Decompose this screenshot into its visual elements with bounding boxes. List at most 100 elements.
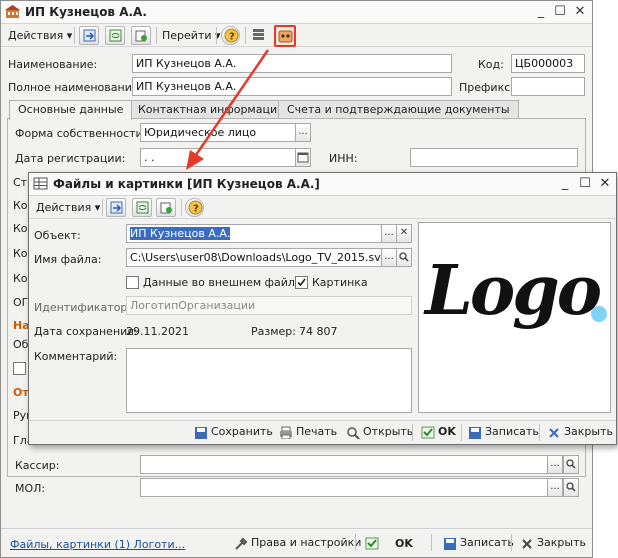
copy-icon bbox=[135, 30, 147, 42]
hidden-label-4: Ко bbox=[13, 247, 28, 260]
reg-date-input[interactable]: . . bbox=[140, 148, 296, 167]
dialog-close-button[interactable]: Закрыть bbox=[546, 423, 613, 443]
saved-date-value: 29.11.2021 bbox=[126, 325, 189, 338]
refresh-button[interactable] bbox=[105, 26, 125, 45]
ok-button-label[interactable]: OK bbox=[395, 537, 413, 550]
object-clear-button[interactable]: ✕ bbox=[396, 224, 412, 243]
dialog-actions-menu[interactable]: Действия ▾ bbox=[33, 198, 103, 217]
main-footer-divider bbox=[1, 528, 592, 529]
picture-label: Картинка bbox=[312, 276, 368, 289]
search-icon bbox=[566, 459, 576, 469]
external-file-label: Данные во внешнем файле bbox=[143, 276, 302, 289]
mol-search-button[interactable] bbox=[563, 478, 579, 497]
filename-search-button[interactable] bbox=[396, 248, 412, 267]
dialog-move-button[interactable] bbox=[106, 198, 126, 217]
dialog-write-button[interactable]: Записать bbox=[467, 423, 539, 443]
dialog-refresh-button[interactable] bbox=[132, 198, 152, 217]
filename-select-button[interactable]: ... bbox=[381, 248, 397, 267]
object-label: Объект: bbox=[34, 229, 81, 242]
mol-input[interactable] bbox=[140, 478, 548, 497]
dialog-toolbar: Действия ▾ ? bbox=[29, 196, 616, 219]
filename-input[interactable]: C:\Users\user08\Downloads\Logo_TV_2015.s… bbox=[126, 248, 382, 267]
list-view-button[interactable] bbox=[249, 26, 269, 45]
inn-input[interactable] bbox=[410, 148, 578, 167]
dialog-title-bar: Файлы и картинки [ИП Кузнецов А.А.] _ ☐ … bbox=[29, 173, 616, 196]
inn-label: ИНН: bbox=[329, 152, 358, 165]
actions-menu[interactable]: Действия ▾ bbox=[5, 26, 75, 45]
prefix-label: Префикс: bbox=[459, 81, 514, 94]
code-input[interactable]: ЦБ000003 bbox=[511, 54, 585, 73]
dialog-maximize-button[interactable]: ☐ bbox=[577, 176, 593, 192]
comment-textarea[interactable] bbox=[126, 348, 412, 413]
open-button[interactable]: Открыть bbox=[345, 423, 413, 443]
dialog-footer-divider bbox=[29, 420, 616, 421]
hidden-label-6: ОГ bbox=[13, 296, 29, 309]
dialog-close-window-button[interactable]: ✕ bbox=[597, 176, 613, 192]
building-icon bbox=[5, 5, 20, 18]
files-pictures-button[interactable] bbox=[274, 25, 296, 47]
save-icon bbox=[444, 538, 456, 550]
object-input[interactable]: ИП Кузнецов А.А. bbox=[126, 224, 382, 243]
ownership-select-button[interactable]: ... bbox=[295, 123, 311, 142]
prefix-input[interactable] bbox=[511, 77, 585, 96]
dialog-ok-button[interactable]: OK bbox=[420, 423, 456, 443]
svg-text:?: ? bbox=[193, 204, 199, 215]
save-record-button[interactable]: Записать bbox=[442, 534, 514, 554]
size-value: 74 807 bbox=[299, 325, 338, 338]
hidden-label-7: Об bbox=[13, 338, 29, 351]
image-preview: Logo bbox=[418, 222, 611, 413]
copy-icon bbox=[160, 202, 172, 214]
cashier-select-button[interactable]: ... bbox=[547, 455, 563, 474]
mol-select-button[interactable]: ... bbox=[547, 478, 563, 497]
minimize-button[interactable]: _ bbox=[533, 4, 549, 20]
picture-checkbox[interactable] bbox=[295, 276, 308, 289]
tab-contact-info[interactable]: Контактная информация bbox=[129, 100, 293, 119]
move-to-group-button[interactable] bbox=[79, 26, 99, 45]
calendar-icon bbox=[297, 152, 309, 163]
cashier-input[interactable] bbox=[140, 455, 548, 474]
print-button[interactable]: Печать bbox=[278, 423, 337, 443]
files-pictures-link[interactable]: Файлы, картинки (1) Логоти... bbox=[10, 538, 185, 551]
help-icon: ? bbox=[224, 28, 239, 43]
hidden-checkbox[interactable] bbox=[13, 362, 26, 375]
tab-main-data[interactable]: Основные данные bbox=[9, 100, 133, 120]
identifier-label: Идентификатор: bbox=[34, 301, 132, 314]
object-select-button[interactable]: ... bbox=[381, 224, 397, 243]
files-pictures-dialog: Файлы и картинки [ИП Кузнецов А.А.] _ ☐ … bbox=[28, 172, 617, 445]
move-icon bbox=[83, 29, 96, 42]
full-name-input[interactable]: ИП Кузнецов А.А. bbox=[132, 77, 452, 96]
mol-label: МОЛ: bbox=[15, 482, 46, 495]
comment-label: Комментарий: bbox=[34, 350, 118, 363]
dialog-copy-button[interactable] bbox=[156, 198, 176, 217]
filename-label: Имя файла: bbox=[34, 253, 102, 266]
cashier-search-button[interactable] bbox=[563, 455, 579, 474]
help-button[interactable]: ? bbox=[221, 26, 240, 45]
tab-accounts[interactable]: Счета и подтверждающие документы bbox=[278, 100, 519, 119]
calendar-button[interactable] bbox=[295, 148, 311, 167]
close-button[interactable]: Закрыть bbox=[519, 534, 586, 554]
copy-button[interactable] bbox=[131, 26, 151, 45]
goto-menu[interactable]: Перейти ▾ bbox=[159, 26, 224, 45]
search-icon bbox=[566, 482, 576, 492]
code-label: Код: bbox=[478, 58, 504, 71]
dialog-help-button[interactable]: ? bbox=[185, 198, 204, 217]
close-icon bbox=[522, 539, 532, 549]
save-icon bbox=[195, 427, 207, 439]
dialog-minimize-button[interactable]: _ bbox=[557, 176, 573, 192]
external-file-checkbox[interactable] bbox=[126, 276, 139, 289]
move-icon bbox=[110, 201, 123, 214]
size-label: Размер: bbox=[251, 325, 296, 338]
maximize-button[interactable]: ☐ bbox=[552, 4, 568, 20]
search-icon bbox=[399, 252, 409, 262]
list-icon bbox=[253, 29, 264, 40]
ownership-label: Форма собственности: bbox=[15, 127, 147, 140]
identifier-input: ЛоготипОрганизации bbox=[126, 296, 412, 315]
ownership-input[interactable]: Юридическое лицо bbox=[140, 123, 296, 142]
name-input[interactable]: ИП Кузнецов А.А. bbox=[132, 54, 452, 73]
ok-button[interactable] bbox=[364, 534, 382, 554]
rights-settings-button[interactable]: Права и настройки bbox=[233, 534, 361, 554]
checkmark-icon bbox=[365, 537, 379, 550]
open-icon bbox=[347, 427, 360, 439]
close-window-button[interactable]: ✕ bbox=[572, 4, 588, 20]
save-as-button[interactable]: Сохранить bbox=[193, 423, 273, 443]
